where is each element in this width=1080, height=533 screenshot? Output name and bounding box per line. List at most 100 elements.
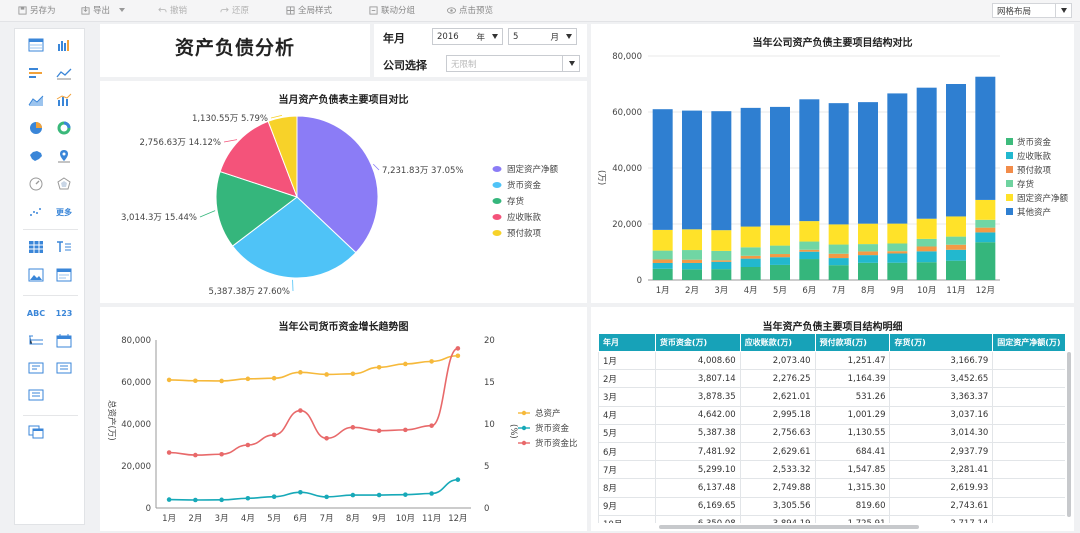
- bar-segment: [740, 107, 761, 227]
- table-column-header[interactable]: 年月: [598, 333, 656, 352]
- global-style-button[interactable]: 全局样式: [286, 4, 332, 16]
- line-point: [376, 428, 382, 434]
- line-chart-panel: 当年公司货币资金增长趋势图 0 20,000 40,000 60,000 80,000 0…: [100, 307, 587, 531]
- month-select[interactable]: 5 月: [508, 28, 577, 45]
- save-as-button[interactable]: 另存为: [18, 4, 56, 16]
- table-cell: 7,11: [992, 496, 1065, 516]
- table-row[interactable]: 4月4,642.002,995.181,001.293,037.167,26: [598, 405, 1065, 425]
- preview-button[interactable]: 点击预览: [447, 4, 493, 16]
- export-button[interactable]: 导出: [81, 4, 126, 16]
- gauge-icon[interactable]: [27, 176, 45, 192]
- map-pin-icon[interactable]: [55, 148, 73, 164]
- image-widget-icon[interactable]: [27, 267, 45, 283]
- bar-segment: [858, 223, 878, 245]
- table-cell: 2,995.18: [739, 405, 816, 425]
- scatter-chart-icon[interactable]: [27, 204, 45, 220]
- radar-chart-icon[interactable]: [55, 176, 73, 192]
- bar-x-tick-label: 2月: [685, 286, 699, 296]
- table-cell: 2,756.63: [739, 423, 816, 443]
- table-row[interactable]: 2月3,807.142,276.251,164.393,452.657,36: [598, 369, 1065, 389]
- bar-x-tick-label: 8月: [861, 286, 875, 296]
- text-filter-button[interactable]: ABC: [25, 305, 47, 321]
- table-cell: 3,878.35: [654, 387, 741, 407]
- table-cell: 3,014.30: [889, 423, 994, 443]
- bar-segment: [975, 199, 996, 220]
- table-row[interactable]: 8月6,137.482,749.881,315.302,619.937,16: [598, 478, 1065, 498]
- bar-segment: [770, 245, 790, 255]
- date-filter-icon[interactable]: [55, 333, 73, 349]
- line-point: [219, 378, 224, 384]
- top-toolbar: 另存为 导出 撤销 还原 全局样式 联动分组 点击预览 网格布局: [0, 0, 1080, 22]
- table-row[interactable]: 10月6,350.083,894.191,725.912,717.147,14: [598, 514, 1065, 523]
- web-widget-icon[interactable]: [55, 267, 73, 283]
- table-column-header[interactable]: 预付款项(万): [814, 333, 891, 352]
- bar-segment: [828, 224, 849, 245]
- line-point: [219, 497, 224, 503]
- table-row[interactable]: 9月6,169.653,305.56819.602,743.617,11: [598, 496, 1065, 516]
- reset-button-icon[interactable]: [27, 387, 45, 403]
- year-select[interactable]: 2016 年: [432, 28, 503, 45]
- donut-chart-icon[interactable]: [55, 120, 73, 136]
- line-y-right-tick-label: 10: [484, 420, 495, 430]
- table-row[interactable]: 3月3,878.352,621.01531.263,363.377,36: [598, 387, 1065, 407]
- china-map-icon[interactable]: [27, 148, 45, 164]
- line-point: [298, 489, 303, 495]
- month-suffix: 月: [550, 33, 559, 43]
- bar-segment: [799, 251, 820, 260]
- bar-chart-icon[interactable]: [55, 37, 73, 53]
- company-select[interactable]: 无限制: [446, 55, 580, 72]
- horizontal-bar-icon[interactable]: [27, 65, 45, 81]
- table-column-header[interactable]: 货币资金(万): [654, 333, 741, 352]
- bar-segment: [682, 262, 702, 270]
- area-chart-icon[interactable]: [27, 92, 45, 108]
- bar-segment: [652, 262, 673, 269]
- line-chart-icon[interactable]: [55, 65, 73, 81]
- date-range-icon[interactable]: [27, 360, 45, 376]
- bar-segment: [740, 255, 761, 259]
- line-point: [455, 353, 461, 359]
- table-row[interactable]: 6月7,481.922,629.61684.412,937.797,19: [598, 441, 1065, 462]
- tab-container-icon[interactable]: [27, 424, 45, 440]
- table-cell: 7,16: [992, 478, 1065, 498]
- more-charts-button[interactable]: 更多: [53, 204, 75, 220]
- layout-select[interactable]: 网格布局: [992, 3, 1072, 18]
- number-filter-button[interactable]: 123: [53, 305, 75, 321]
- table-cell: 4,008.60: [654, 350, 741, 371]
- line-x-tick-label: 2月: [188, 514, 202, 524]
- pie-value-label: 3,014.3万 15.44%: [121, 213, 197, 223]
- table-cell: 3,166.79: [889, 350, 994, 371]
- pie-chart-icon[interactable]: [27, 120, 45, 136]
- table-cell: 3,807.14: [654, 369, 741, 389]
- redo-button[interactable]: 还原: [220, 4, 249, 16]
- table-widget-icon[interactable]: [27, 37, 45, 53]
- bar-legend-swatch: [1006, 180, 1013, 187]
- combo-chart-icon[interactable]: [55, 92, 73, 108]
- line-point: [271, 494, 277, 499]
- undo-button[interactable]: 撤销: [158, 4, 187, 16]
- line-x-tick-label: 1月: [162, 514, 176, 524]
- table-row[interactable]: 7月5,299.102,533.321,547.853,281.417,17: [598, 460, 1065, 480]
- bar-chart-panel: 当年公司资产负债主要项目结构对比 0 20,000 40,000 60,000 80,0…: [591, 24, 1074, 303]
- table-header-row: 年月 货币资金(万) 应收账款(万) 预付款项(万) 存货(万) 固定资产净额(万): [598, 333, 1065, 352]
- table-cell: 9月: [598, 496, 656, 516]
- table-horizontal-scrollbar[interactable]: [659, 525, 919, 529]
- interval-filter-icon[interactable]: [55, 360, 73, 376]
- table-vertical-scrollbar[interactable]: [1067, 352, 1071, 517]
- bar-segment: [887, 223, 908, 244]
- table-row[interactable]: 5月5,387.382,756.631,130.553,014.307,23: [598, 423, 1065, 443]
- tree-list-icon[interactable]: [27, 333, 45, 349]
- bar-segment: [946, 236, 966, 245]
- table-column-header[interactable]: 固定资产净额(万): [992, 333, 1065, 352]
- grid-table-icon[interactable]: [27, 239, 45, 255]
- table-cell: 10月: [598, 514, 656, 523]
- text-widget-icon[interactable]: [55, 239, 73, 255]
- table-cell: 6,169.65: [654, 496, 741, 516]
- bar-y-tick-label: 60,000: [612, 108, 642, 118]
- table-column-header[interactable]: 存货(万): [889, 333, 994, 352]
- table-row[interactable]: 1月4,008.602,073.401,251.473,166.797,42: [598, 350, 1065, 371]
- linked-group-button[interactable]: 联动分组: [369, 4, 415, 16]
- bar-legend-label: 固定资产净额: [1017, 193, 1069, 204]
- table-cell: 6,137.48: [654, 478, 741, 498]
- table-cell: 3,281.41: [889, 460, 994, 480]
- table-column-header[interactable]: 应收账款(万): [739, 333, 816, 352]
